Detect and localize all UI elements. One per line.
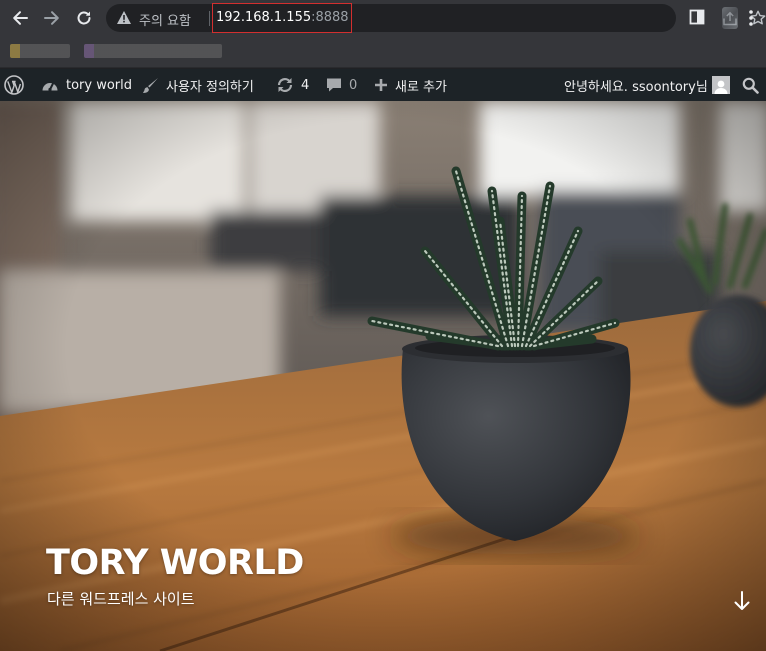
- admin-bar-comments[interactable]: 0: [326, 69, 357, 101]
- plus-icon: [374, 78, 388, 92]
- url-port: :8888: [311, 10, 349, 25]
- avatar: [711, 76, 730, 94]
- new-content-label: 새로 추가: [395, 79, 447, 95]
- brush-icon: [142, 77, 159, 94]
- admin-bar-customize[interactable]: 사용자 정의하기: [142, 69, 254, 101]
- admin-bar-my-account[interactable]: 안녕하세요. ssoontory님: [564, 69, 730, 101]
- bookmark-item[interactable]: [10, 44, 70, 58]
- search-icon[interactable]: [742, 69, 759, 101]
- reload-icon[interactable]: [72, 6, 96, 30]
- arrow-down-icon[interactable]: [732, 590, 752, 612]
- address-bar[interactable]: 주의 요함 192.168.1.155:8888: [106, 3, 766, 33]
- dashboard-icon: [41, 77, 59, 93]
- site-description: 다른 워드프레스 사이트: [47, 590, 195, 608]
- site-title[interactable]: TORY WORLD: [46, 543, 304, 583]
- browser-toolbar: 주의 요함 192.168.1.155:8888: [0, 0, 766, 36]
- profile-icon[interactable]: [722, 7, 738, 29]
- admin-bar-site-name[interactable]: tory world: [41, 69, 132, 101]
- url-host: 192.168.1.155: [216, 10, 312, 25]
- forward-icon[interactable]: [40, 6, 64, 30]
- omnibox-divider: [209, 11, 210, 26]
- menu-icon[interactable]: [748, 8, 754, 32]
- updates-count: 4: [301, 77, 310, 93]
- customize-label: 사용자 정의하기: [166, 79, 254, 95]
- header-media: TORY WORLD 다른 워드프레스 사이트: [0, 101, 766, 651]
- url-text[interactable]: 192.168.1.155:8888: [216, 10, 349, 25]
- greeting-label: 안녕하세요. ssoontory님: [564, 79, 708, 95]
- site-name-label: tory world: [66, 77, 133, 93]
- security-warning-label[interactable]: 주의 요함: [139, 10, 191, 29]
- admin-bar-new-content[interactable]: 새로 추가: [374, 69, 447, 101]
- comment-icon: [326, 77, 342, 93]
- updates-icon: [276, 76, 294, 94]
- bookmarks-bar: [0, 36, 766, 68]
- bookmark-item[interactable]: [84, 44, 222, 58]
- warning-icon[interactable]: [116, 10, 132, 29]
- comments-count: 0: [349, 77, 358, 93]
- wordpress-logo-icon[interactable]: [4, 69, 24, 101]
- wp-admin-bar: tory world 사용자 정의하기 4 0 새로 추가 안녕하세요. sso…: [0, 69, 766, 101]
- back-icon[interactable]: [8, 6, 32, 30]
- admin-bar-updates[interactable]: 4: [276, 69, 309, 101]
- side-panel-icon[interactable]: [689, 9, 705, 29]
